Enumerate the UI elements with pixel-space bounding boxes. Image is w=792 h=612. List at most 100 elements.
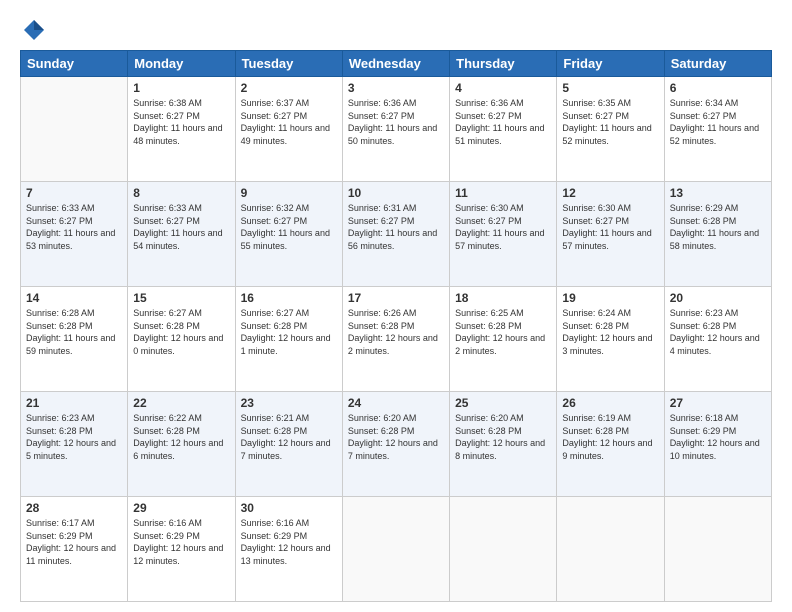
- calendar-header-row: Sunday Monday Tuesday Wednesday Thursday…: [21, 51, 772, 77]
- day-info: Sunrise: 6:24 AM Sunset: 6:28 PM Dayligh…: [562, 307, 658, 357]
- calendar-week-row: 28Sunrise: 6:17 AM Sunset: 6:29 PM Dayli…: [21, 497, 772, 602]
- day-info: Sunrise: 6:33 AM Sunset: 6:27 PM Dayligh…: [26, 202, 122, 252]
- col-saturday: Saturday: [664, 51, 771, 77]
- day-number: 29: [133, 501, 229, 515]
- day-number: 5: [562, 81, 658, 95]
- calendar-week-row: 1 Sunrise: 6:38 AM Sunset: 6:27 PM Daylig…: [21, 77, 772, 182]
- day-number: 25: [455, 396, 551, 410]
- table-row: 28Sunrise: 6:17 AM Sunset: 6:29 PM Dayli…: [21, 497, 128, 602]
- day-info: Sunrise: 6:20 AM Sunset: 6:28 PM Dayligh…: [455, 412, 551, 462]
- logo-icon: [20, 16, 48, 44]
- table-row: 18 Sunrise: 6:25 AM Sunset: 6:28 PM Dayli…: [450, 287, 557, 392]
- day-number: 19: [562, 291, 658, 305]
- day-number: 8: [133, 186, 229, 200]
- table-row: 23 Sunrise: 6:21 AM Sunset: 6:28 PM Dayli…: [235, 392, 342, 497]
- day-info: Sunrise: 6:31 AM Sunset: 6:27 PM Dayligh…: [348, 202, 444, 252]
- day-info: Sunrise: 6:20 AM Sunset: 6:28 PM Dayligh…: [348, 412, 444, 462]
- day-info: Sunrise: 6:27 AM Sunset: 6:28 PM Dayligh…: [133, 307, 229, 357]
- calendar-week-row: 7Sunrise: 6:33 AM Sunset: 6:27 PM Daylig…: [21, 182, 772, 287]
- day-number: 22: [133, 396, 229, 410]
- table-row: [557, 497, 664, 602]
- day-number: 20: [670, 291, 766, 305]
- day-info: Sunrise: 6:30 AM Sunset: 6:27 PM Dayligh…: [562, 202, 658, 252]
- table-row: [342, 497, 449, 602]
- table-row: 19 Sunrise: 6:24 AM Sunset: 6:28 PM Dayli…: [557, 287, 664, 392]
- col-wednesday: Wednesday: [342, 51, 449, 77]
- table-row: 6 Sunrise: 6:34 AM Sunset: 6:27 PM Daylig…: [664, 77, 771, 182]
- table-row: 29 Sunrise: 6:16 AM Sunset: 6:29 PM Dayli…: [128, 497, 235, 602]
- table-row: 12 Sunrise: 6:30 AM Sunset: 6:27 PM Dayli…: [557, 182, 664, 287]
- table-row: 13Sunrise: 6:29 AM Sunset: 6:28 PM Dayli…: [664, 182, 771, 287]
- day-number: 24: [348, 396, 444, 410]
- calendar-week-row: 14 Sunrise: 6:28 AM Sunset: 6:28 PM Dayli…: [21, 287, 772, 392]
- day-info: Sunrise: 6:21 AM Sunset: 6:28 PM Dayligh…: [241, 412, 337, 462]
- day-info: Sunrise: 6:23 AM Sunset: 6:28 PM Dayligh…: [670, 307, 766, 357]
- day-number: 14: [26, 291, 122, 305]
- table-row: 10Sunrise: 6:31 AM Sunset: 6:27 PM Dayli…: [342, 182, 449, 287]
- day-info: Sunrise: 6:38 AM Sunset: 6:27 PM Dayligh…: [133, 97, 229, 147]
- day-number: 26: [562, 396, 658, 410]
- day-info: Sunrise: 6:16 AM Sunset: 6:29 PM Dayligh…: [133, 517, 229, 567]
- col-friday: Friday: [557, 51, 664, 77]
- day-info: Sunrise: 6:32 AM Sunset: 6:27 PM Dayligh…: [241, 202, 337, 252]
- day-number: 6: [670, 81, 766, 95]
- table-row: 11 Sunrise: 6:30 AM Sunset: 6:27 PM Dayli…: [450, 182, 557, 287]
- table-row: 21Sunrise: 6:23 AM Sunset: 6:28 PM Dayli…: [21, 392, 128, 497]
- table-row: 9Sunrise: 6:32 AM Sunset: 6:27 PM Daylig…: [235, 182, 342, 287]
- day-number: 1: [133, 81, 229, 95]
- day-number: 4: [455, 81, 551, 95]
- day-info: Sunrise: 6:19 AM Sunset: 6:28 PM Dayligh…: [562, 412, 658, 462]
- table-row: 17Sunrise: 6:26 AM Sunset: 6:28 PM Dayli…: [342, 287, 449, 392]
- table-row: [21, 77, 128, 182]
- day-info: Sunrise: 6:34 AM Sunset: 6:27 PM Dayligh…: [670, 97, 766, 147]
- header: [20, 16, 772, 44]
- page: Sunday Monday Tuesday Wednesday Thursday…: [0, 0, 792, 612]
- day-info: Sunrise: 6:16 AM Sunset: 6:29 PM Dayligh…: [241, 517, 337, 567]
- day-info: Sunrise: 6:33 AM Sunset: 6:27 PM Dayligh…: [133, 202, 229, 252]
- table-row: 4Sunrise: 6:36 AM Sunset: 6:27 PM Daylig…: [450, 77, 557, 182]
- table-row: 7Sunrise: 6:33 AM Sunset: 6:27 PM Daylig…: [21, 182, 128, 287]
- day-number: 27: [670, 396, 766, 410]
- table-row: 24 Sunrise: 6:20 AM Sunset: 6:28 PM Dayli…: [342, 392, 449, 497]
- table-row: 1 Sunrise: 6:38 AM Sunset: 6:27 PM Daylig…: [128, 77, 235, 182]
- day-number: 21: [26, 396, 122, 410]
- day-number: 11: [455, 186, 551, 200]
- table-row: 30 Sunrise: 6:16 AM Sunset: 6:29 PM Dayli…: [235, 497, 342, 602]
- col-thursday: Thursday: [450, 51, 557, 77]
- table-row: 20 Sunrise: 6:23 AM Sunset: 6:28 PM Dayli…: [664, 287, 771, 392]
- table-row: 3Sunrise: 6:36 AM Sunset: 6:27 PM Daylig…: [342, 77, 449, 182]
- day-number: 23: [241, 396, 337, 410]
- day-number: 3: [348, 81, 444, 95]
- day-info: Sunrise: 6:37 AM Sunset: 6:27 PM Dayligh…: [241, 97, 337, 147]
- col-tuesday: Tuesday: [235, 51, 342, 77]
- table-row: 27 Sunrise: 6:18 AM Sunset: 6:29 PM Dayli…: [664, 392, 771, 497]
- table-row: 25 Sunrise: 6:20 AM Sunset: 6:28 PM Dayli…: [450, 392, 557, 497]
- day-info: Sunrise: 6:18 AM Sunset: 6:29 PM Dayligh…: [670, 412, 766, 462]
- day-number: 2: [241, 81, 337, 95]
- logo: [20, 16, 52, 44]
- day-number: 18: [455, 291, 551, 305]
- day-number: 15: [133, 291, 229, 305]
- day-info: Sunrise: 6:28 AM Sunset: 6:28 PM Dayligh…: [26, 307, 122, 357]
- table-row: 2 Sunrise: 6:37 AM Sunset: 6:27 PM Daylig…: [235, 77, 342, 182]
- day-number: 16: [241, 291, 337, 305]
- day-info: Sunrise: 6:27 AM Sunset: 6:28 PM Dayligh…: [241, 307, 337, 357]
- table-row: [450, 497, 557, 602]
- table-row: 16 Sunrise: 6:27 AM Sunset: 6:28 PM Dayli…: [235, 287, 342, 392]
- day-info: Sunrise: 6:29 AM Sunset: 6:28 PM Dayligh…: [670, 202, 766, 252]
- col-sunday: Sunday: [21, 51, 128, 77]
- day-info: Sunrise: 6:30 AM Sunset: 6:27 PM Dayligh…: [455, 202, 551, 252]
- calendar-table: Sunday Monday Tuesday Wednesday Thursday…: [20, 50, 772, 602]
- table-row: 8 Sunrise: 6:33 AM Sunset: 6:27 PM Daylig…: [128, 182, 235, 287]
- day-number: 30: [241, 501, 337, 515]
- day-info: Sunrise: 6:17 AM Sunset: 6:29 PM Dayligh…: [26, 517, 122, 567]
- table-row: 15 Sunrise: 6:27 AM Sunset: 6:28 PM Dayli…: [128, 287, 235, 392]
- table-row: 5 Sunrise: 6:35 AM Sunset: 6:27 PM Daylig…: [557, 77, 664, 182]
- table-row: 22Sunrise: 6:22 AM Sunset: 6:28 PM Dayli…: [128, 392, 235, 497]
- day-number: 12: [562, 186, 658, 200]
- day-info: Sunrise: 6:35 AM Sunset: 6:27 PM Dayligh…: [562, 97, 658, 147]
- col-monday: Monday: [128, 51, 235, 77]
- day-info: Sunrise: 6:25 AM Sunset: 6:28 PM Dayligh…: [455, 307, 551, 357]
- table-row: [664, 497, 771, 602]
- table-row: 26 Sunrise: 6:19 AM Sunset: 6:28 PM Dayli…: [557, 392, 664, 497]
